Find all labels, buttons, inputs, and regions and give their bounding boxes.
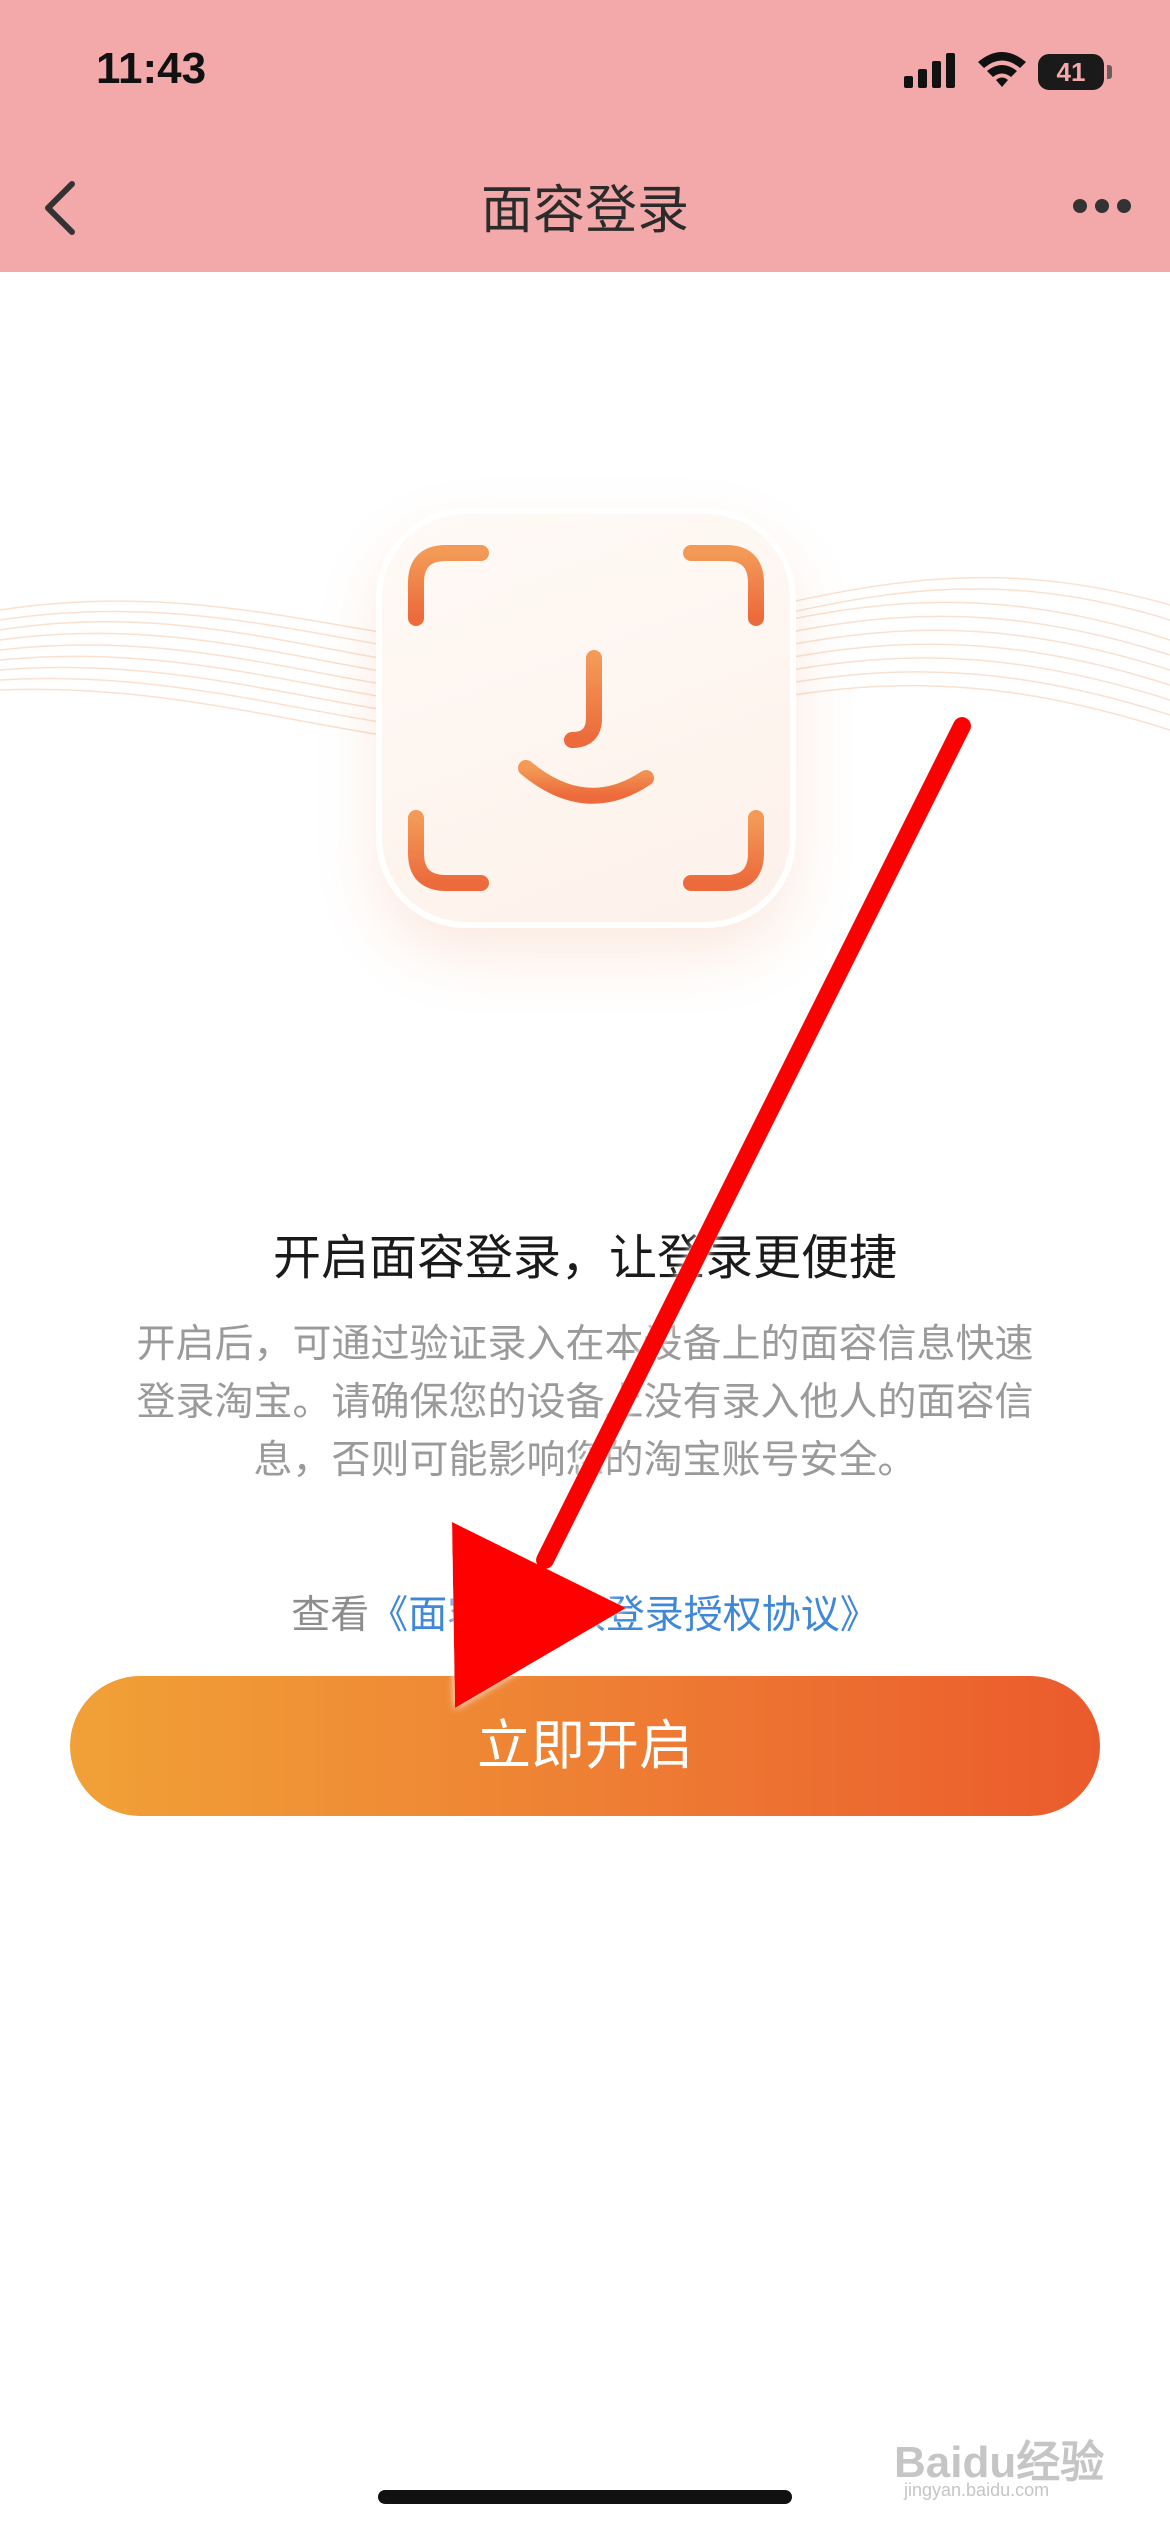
headline: 开启面容登录，让登录更便捷 — [272, 1230, 897, 1286]
agreement-line: 查看《面容ID一致登录授权协议》 — [0, 1584, 1170, 1640]
description-text: 开启后，可通过验证录入在本设备上的面容信息快速登录淘宝。请确保您的设备上没有录入… — [136, 1322, 1034, 1483]
wifi-icon — [978, 52, 1026, 87]
battery-cap — [1107, 65, 1112, 79]
page-title: 面容登录 — [480, 181, 689, 241]
cellular-signal-icon — [904, 53, 955, 88]
hero-illustration — [0, 460, 1170, 1080]
agreement-link[interactable]: 《面容ID一致登录授权协议》 — [369, 1593, 879, 1638]
status-icons: 41 — [904, 50, 1124, 100]
baidu-watermark: Baidu经验 jingyan.baidu.com — [894, 2414, 1124, 2504]
home-indicator[interactable] — [378, 2490, 792, 2504]
top-header: 11:43 41 面容登录 — [0, 0, 1170, 272]
watermark-url: jingyan.baidu.com — [904, 2480, 1050, 2500]
battery-icon: 41 — [1038, 54, 1104, 90]
status-time: 11:43 — [96, 44, 207, 93]
enable-now-button[interactable]: 立即开启 — [70, 1676, 1100, 1816]
face-id-card — [376, 508, 796, 928]
face-id-icon — [408, 545, 764, 891]
agreement-prefix: 查看 — [291, 1593, 370, 1638]
more-horizontal-icon[interactable] — [1070, 194, 1134, 218]
